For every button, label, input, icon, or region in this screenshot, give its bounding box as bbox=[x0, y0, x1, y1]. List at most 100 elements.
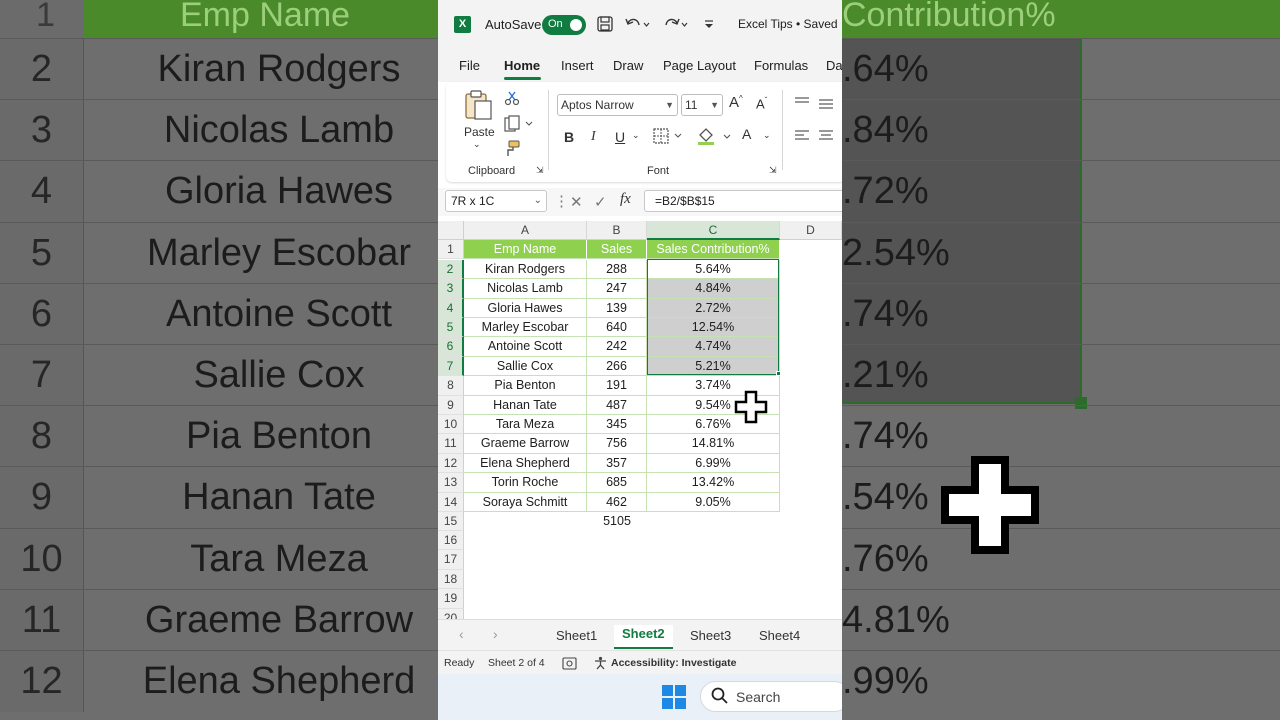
bold-button[interactable]: B bbox=[564, 129, 574, 145]
macro-recording-icon[interactable] bbox=[562, 657, 577, 670]
undo-icon[interactable] bbox=[624, 14, 650, 34]
contribution-cell[interactable]: 6.99% bbox=[647, 453, 780, 474]
sales-cell[interactable]: 357 bbox=[587, 453, 647, 474]
copy-icon[interactable] bbox=[504, 115, 534, 133]
cut-icon[interactable] bbox=[504, 90, 520, 106]
name-box[interactable]: 7R x 1C ⌄ bbox=[445, 190, 547, 212]
paste-label[interactable]: Paste bbox=[464, 125, 495, 139]
header-cell-emp-name[interactable]: Emp Name bbox=[464, 240, 587, 260]
paste-icon[interactable] bbox=[461, 88, 495, 122]
row-header[interactable]: 8 bbox=[438, 376, 464, 396]
redo-icon[interactable] bbox=[662, 14, 688, 34]
row-header[interactable]: 9 bbox=[438, 395, 464, 415]
emp-name-cell[interactable]: Nicolas Lamb bbox=[464, 279, 587, 299]
scroll-tabs-right-icon[interactable]: › bbox=[493, 626, 498, 642]
row-header[interactable]: 13 bbox=[438, 473, 464, 493]
contribution-cell[interactable]: 9.05% bbox=[647, 492, 780, 512]
emp-name-cell[interactable]: Tara Meza bbox=[464, 415, 587, 435]
sales-cell[interactable]: 462 bbox=[587, 492, 647, 512]
tab-insert[interactable]: Insert bbox=[561, 58, 594, 73]
fill-color-icon[interactable] bbox=[696, 126, 736, 146]
row-header[interactable]: 2 bbox=[438, 259, 464, 280]
row-header[interactable]: 5 bbox=[438, 318, 464, 338]
emp-name-cell[interactable]: Graeme Barrow bbox=[464, 434, 587, 454]
shrink-font-button[interactable]: Aˇ bbox=[756, 96, 767, 111]
row-header[interactable]: 18 bbox=[438, 569, 464, 590]
emp-name-cell[interactable]: Sallie Cox bbox=[464, 356, 587, 377]
windows-start-icon[interactable] bbox=[662, 685, 686, 709]
underline-dropdown-icon[interactable]: ⌄ bbox=[632, 130, 640, 141]
row-header[interactable]: 17 bbox=[438, 550, 464, 570]
font-size-select[interactable]: 11 ▼ bbox=[681, 94, 723, 116]
contribution-cell[interactable]: 4.84% bbox=[647, 279, 780, 299]
sales-cell[interactable]: 640 bbox=[587, 318, 647, 338]
paste-dropdown-icon[interactable]: ⌄ bbox=[473, 139, 481, 150]
column-header-c[interactable]: C bbox=[647, 221, 780, 240]
emp-name-cell[interactable]: Pia Benton bbox=[464, 376, 587, 396]
sales-cell[interactable]: 288 bbox=[587, 259, 647, 280]
emp-name-cell[interactable]: Elena Shepherd bbox=[464, 453, 587, 474]
row-header[interactable]: 4 bbox=[438, 298, 464, 318]
contribution-cell[interactable]: 5.21% bbox=[647, 356, 780, 377]
contribution-cell[interactable]: 5.64% bbox=[647, 259, 780, 280]
format-painter-icon[interactable] bbox=[505, 140, 521, 158]
row-header[interactable]: 11 bbox=[438, 434, 464, 454]
customize-toolbar-icon[interactable] bbox=[702, 14, 716, 34]
save-icon[interactable] bbox=[596, 14, 614, 34]
select-all-corner[interactable] bbox=[438, 221, 464, 240]
row-header[interactable]: 16 bbox=[438, 531, 464, 551]
autosave-toggle[interactable]: On bbox=[542, 15, 586, 35]
column-header-d[interactable]: D bbox=[780, 221, 842, 240]
emp-name-cell[interactable]: Gloria Hawes bbox=[464, 298, 587, 318]
row-header[interactable]: 20 bbox=[438, 608, 464, 619]
total-sales-cell[interactable]: 5105 bbox=[587, 512, 647, 531]
emp-name-cell[interactable]: Torin Roche bbox=[464, 473, 587, 493]
grow-font-button[interactable]: A^ bbox=[729, 94, 743, 111]
tab-file[interactable]: File bbox=[459, 58, 480, 73]
tab-data[interactable]: Da bbox=[826, 58, 842, 73]
row-header[interactable]: 3 bbox=[438, 279, 464, 299]
sales-cell[interactable]: 139 bbox=[587, 298, 647, 318]
document-title[interactable]: Excel Tips • Saved bbox=[738, 17, 838, 31]
sales-cell[interactable]: 756 bbox=[587, 434, 647, 454]
sales-cell[interactable]: 266 bbox=[587, 356, 647, 377]
worksheet-grid[interactable]: A B C D 1 Emp Name Sales Sales Contribut… bbox=[438, 221, 842, 619]
align-left-icon[interactable] bbox=[794, 129, 842, 143]
sales-cell[interactable]: 247 bbox=[587, 279, 647, 299]
row-header[interactable]: 10 bbox=[438, 415, 464, 435]
emp-name-cell[interactable]: Kiran Rodgers bbox=[464, 259, 587, 280]
taskbar-search-box[interactable]: Search bbox=[700, 681, 842, 712]
column-header-b[interactable]: B bbox=[587, 221, 647, 240]
font-color-dropdown-icon[interactable]: ⌄ bbox=[763, 130, 771, 141]
contribution-cell[interactable]: 12.54% bbox=[647, 318, 780, 338]
sheet-tab-sheet3[interactable]: Sheet3 bbox=[690, 628, 731, 643]
font-launcher-icon[interactable]: ⇲ bbox=[769, 165, 777, 176]
more-options-icon[interactable]: ⋮ bbox=[554, 192, 569, 210]
row-header[interactable]: 15 bbox=[438, 511, 464, 531]
enter-icon[interactable]: ✓ bbox=[594, 193, 607, 211]
tab-page-layout[interactable]: Page Layout bbox=[663, 58, 736, 73]
formula-input[interactable]: =B2/$B$15 bbox=[644, 190, 842, 212]
accessibility-status[interactable]: Accessibility: Investigate bbox=[611, 657, 736, 669]
row-header[interactable]: 7 bbox=[438, 356, 464, 377]
borders-icon[interactable] bbox=[653, 128, 683, 144]
row-header[interactable]: 14 bbox=[438, 492, 464, 512]
sheet-tab-sheet4[interactable]: Sheet4 bbox=[759, 628, 800, 643]
sheet-tab-sheet2[interactable]: Sheet2 bbox=[614, 625, 673, 649]
sales-cell[interactable]: 191 bbox=[587, 376, 647, 396]
accessibility-icon[interactable] bbox=[593, 656, 608, 670]
italic-button[interactable]: I bbox=[591, 129, 596, 145]
top-align-icon[interactable] bbox=[794, 96, 842, 110]
emp-name-cell[interactable]: Soraya Schmitt bbox=[464, 492, 587, 512]
contribution-cell[interactable]: 13.42% bbox=[647, 473, 780, 493]
tab-home[interactable]: Home bbox=[504, 58, 540, 73]
scroll-tabs-left-icon[interactable]: ‹ bbox=[459, 626, 464, 642]
sheet-tab-sheet1[interactable]: Sheet1 bbox=[556, 628, 597, 643]
underline-button[interactable]: U bbox=[615, 129, 625, 145]
sales-cell[interactable]: 685 bbox=[587, 473, 647, 493]
row-header[interactable]: 19 bbox=[438, 589, 464, 609]
emp-name-cell[interactable]: Antoine Scott bbox=[464, 337, 587, 357]
font-name-select[interactable]: Aptos Narrow ▼ bbox=[557, 94, 678, 116]
tab-draw[interactable]: Draw bbox=[613, 58, 643, 73]
row-header[interactable]: 12 bbox=[438, 453, 464, 474]
